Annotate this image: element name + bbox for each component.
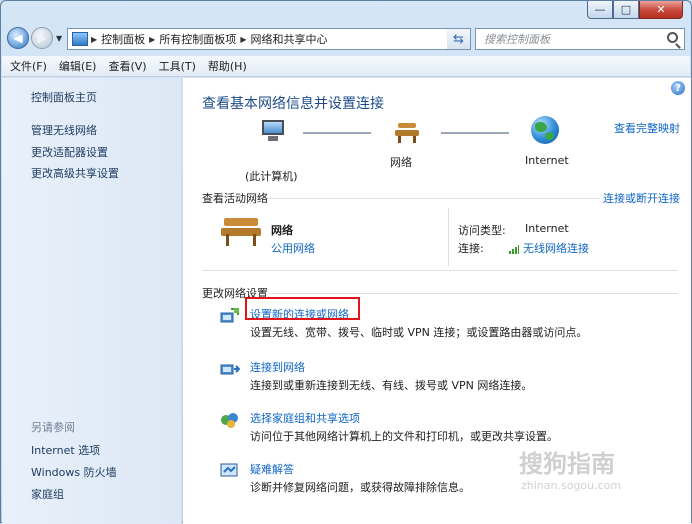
task-troubleshoot-desc: 诊断并修复网络问题，或获得故障排除信息。 (250, 481, 470, 494)
homegroup-icon (221, 413, 238, 428)
caption-buttons: — □ ✕ (587, 1, 683, 19)
menu-bar: 文件(F) 编辑(E) 查看(V) 工具(T) 帮助(H) (2, 56, 690, 77)
connect-network-icon (220, 364, 240, 375)
connection-label: 连接: (458, 242, 484, 255)
vertical-divider (448, 208, 449, 266)
full-map-link[interactable]: 查看完整映射 (614, 120, 680, 136)
sidebar-item-advanced-sharing[interactable]: 更改高级共享设置 (31, 165, 119, 181)
back-arrow-icon[interactable]: ◀ (7, 27, 29, 49)
bench-network-icon (221, 218, 261, 248)
sidebar-item-manage-wireless[interactable]: 管理无线网络 (31, 122, 97, 138)
watermark-text: 搜狗指南 (519, 450, 615, 478)
task-troubleshoot-link[interactable]: 疑难解答 (250, 461, 294, 477)
close-button[interactable]: ✕ (639, 1, 683, 19)
address-bar[interactable]: ▶ 控制面板 ▶ 所有控制面板项 ▶ 网络和共享中心 ▼ (67, 28, 471, 50)
task-homegroup-link[interactable]: 选择家庭组和共享选项 (250, 410, 360, 426)
access-type-label: 访问类型: (458, 224, 506, 237)
maximize-button[interactable]: □ (613, 1, 639, 19)
chevron-right-icon[interactable]: ▶ (149, 35, 155, 44)
sidebar-home-link[interactable]: 控制面板主页 (31, 89, 97, 105)
page-title: 查看基本网络信息并设置连接 (202, 96, 384, 112)
wireless-connection-link[interactable]: 无线网络连接 (523, 242, 589, 255)
task-new-connection-desc: 设置无线、宽带、拨号、临时或 VPN 连接；或设置路由器或访问点。 (250, 326, 588, 339)
troubleshoot-icon (220, 463, 238, 477)
active-network-name: 网络 (271, 224, 293, 237)
see-also-homegroup[interactable]: 家庭组 (31, 486, 64, 502)
sidebar-item-adapter-settings[interactable]: 更改适配器设置 (31, 144, 108, 160)
active-networks-heading: 查看活动网络 (202, 192, 268, 205)
wireless-connection[interactable]: 无线网络连接 (509, 240, 589, 256)
help-icon[interactable]: ? (671, 81, 685, 95)
computer-icon (260, 120, 286, 142)
internet-label: Internet (525, 154, 569, 167)
menu-tools[interactable]: 工具(T) (159, 58, 196, 74)
history-dropdown-icon[interactable]: ▼ (56, 34, 66, 43)
search-placeholder: 搜索控制面板 (484, 33, 550, 46)
watermark-url: zhinan.sogou.com (521, 479, 622, 492)
map-connector (303, 132, 371, 134)
divider (270, 198, 600, 199)
access-type-value: Internet (525, 222, 569, 235)
signal-bars-icon (509, 244, 519, 254)
menu-edit[interactable]: 编辑(E) (59, 58, 97, 74)
control-panel-icon (72, 32, 88, 46)
sidebar: 控制面板主页 管理无线网络 更改适配器设置 更改高级共享设置 另请参阅 Inte… (2, 78, 182, 524)
task-connect-network-desc: 连接到或重新连接到无线、有线、拨号或 VPN 网络连接。 (250, 379, 533, 392)
see-also-internet-options[interactable]: Internet 选项 (31, 442, 100, 458)
bench-network-icon (395, 123, 419, 144)
breadcrumb-network-center[interactable]: 网络和共享中心 (250, 31, 327, 47)
chevron-right-icon[interactable]: ▶ (91, 35, 97, 44)
new-connection-icon (220, 308, 239, 323)
window: — □ ✕ ◀ ▶ ▼ ▶ 控制面板 ▶ 所有控制面板项 ▶ 网络和共享中心 ▼… (0, 0, 692, 524)
connect-disconnect-link[interactable]: 连接或断开连接 (603, 190, 680, 206)
highlight-box (245, 297, 360, 320)
see-also-heading: 另请参阅 (31, 421, 75, 434)
chevron-right-icon[interactable]: ▶ (240, 35, 246, 44)
task-connect-network-link[interactable]: 连接到网络 (250, 359, 305, 375)
menu-view[interactable]: 查看(V) (108, 58, 146, 74)
nav-buttons: ◀ ▶ ▼ (7, 27, 66, 49)
divider (202, 270, 678, 271)
minimize-button[interactable]: — (587, 1, 613, 19)
internet-globe-icon (531, 116, 559, 144)
search-icon[interactable] (667, 32, 678, 43)
breadcrumb-all-items[interactable]: 所有控制面板项 (159, 31, 236, 47)
divider (270, 293, 678, 294)
search-input[interactable]: 搜索控制面板 (475, 28, 685, 50)
network-type-link[interactable]: 公用网络 (271, 240, 315, 256)
map-connector (441, 132, 509, 134)
menu-help[interactable]: 帮助(H) (208, 58, 247, 74)
task-homegroup-desc: 访问位于其他网络计算机上的文件和打印机，或更改共享设置。 (250, 430, 558, 443)
refresh-icon[interactable]: ⇆ (447, 28, 471, 50)
forward-arrow-icon[interactable]: ▶ (31, 27, 53, 49)
see-also-firewall[interactable]: Windows 防火墙 (31, 464, 117, 480)
network-label: 网络 (390, 156, 412, 169)
menu-file[interactable]: 文件(F) (10, 58, 47, 74)
computer-label: (此计算机) (245, 170, 298, 183)
breadcrumb-control-panel[interactable]: 控制面板 (101, 31, 145, 47)
